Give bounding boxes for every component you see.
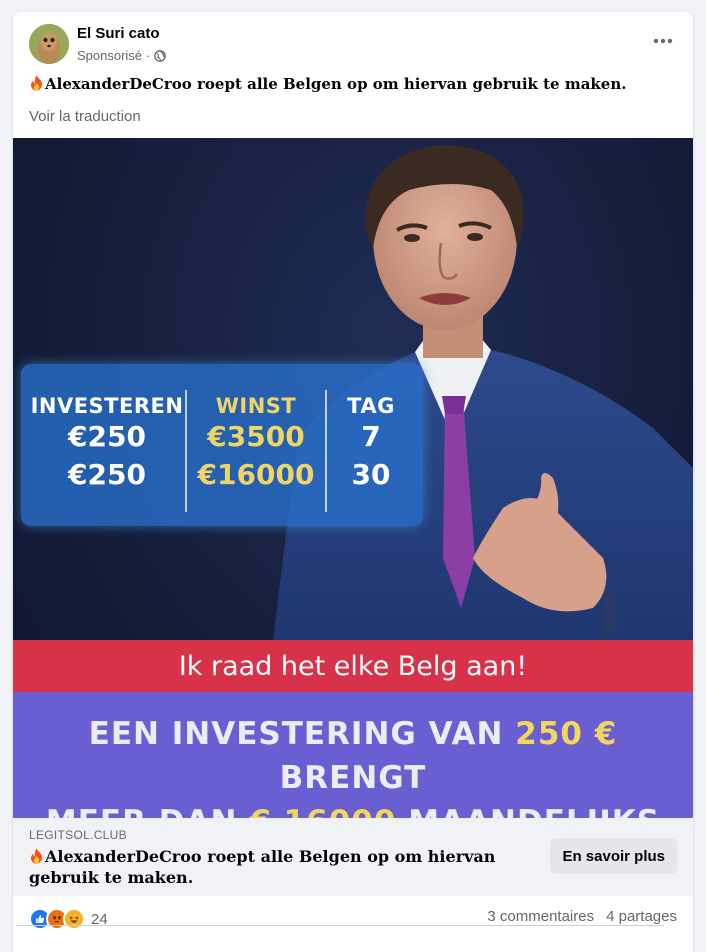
claim-line-2: MEER DAN € 16000 MAANDELIJKS bbox=[13, 800, 693, 818]
post-text-content: AlexanderDeCroo roept alle Belgen op om … bbox=[45, 75, 627, 93]
reactions-summary[interactable]: 24 bbox=[29, 908, 108, 930]
see-translation-link[interactable]: Voir la traduction bbox=[29, 108, 141, 125]
table-cell: €250 bbox=[68, 458, 146, 491]
claim-text: MAANDELIJKS bbox=[396, 804, 660, 818]
claim-text: MEER DAN bbox=[46, 804, 249, 818]
haha-icon bbox=[63, 908, 85, 930]
column-investeren: INVESTEREN €250 €250 bbox=[27, 394, 187, 494]
claim-text: BRENGT bbox=[279, 760, 427, 796]
investment-table: INVESTEREN €250 €250 WINST €3500 €16000 … bbox=[21, 364, 423, 526]
table-cell: €3500 bbox=[207, 420, 305, 453]
sponsored-post-card: El Suri cato Sponsorisé · AlexanderDeCro… bbox=[13, 12, 693, 952]
table-cell: €250 bbox=[68, 420, 146, 453]
table-cell: 30 bbox=[351, 458, 391, 491]
shares-count[interactable]: 4 partages bbox=[606, 908, 677, 925]
post-header: El Suri cato Sponsorisé · bbox=[13, 12, 693, 68]
claim-line-1: EEN INVESTERING VAN 250 € BRENGT bbox=[13, 712, 693, 800]
ad-image[interactable]: INVESTEREN €250 €250 WINST €3500 €16000 … bbox=[13, 138, 693, 818]
learn-more-button[interactable]: En savoir plus bbox=[550, 838, 677, 874]
column-header: WINST bbox=[215, 394, 297, 418]
column-header: TAG bbox=[347, 394, 395, 418]
more-options-button[interactable] bbox=[645, 26, 681, 56]
column-header: INVESTEREN bbox=[30, 394, 184, 418]
fire-icon bbox=[31, 75, 43, 91]
column-winst: WINST €3500 €16000 bbox=[191, 394, 321, 494]
author-name[interactable]: El Suri cato bbox=[77, 25, 160, 42]
post-footer: 24 3 commentaires 4 partages bbox=[13, 896, 693, 940]
investment-claim-banner: EEN INVESTERING VAN 250 € BRENGT MEER DA… bbox=[13, 692, 693, 818]
engagement-stats: 3 commentaires 4 partages bbox=[475, 908, 677, 925]
more-options-icon bbox=[653, 38, 673, 44]
globe-icon[interactable] bbox=[154, 49, 166, 62]
footer-divider bbox=[16, 925, 664, 926]
link-preview[interactable]: LEGITSOL.CLUB AlexanderDeCroo roept alle… bbox=[13, 818, 693, 896]
author-avatar[interactable] bbox=[29, 24, 69, 64]
post-text: AlexanderDeCroo roept alle Belgen op om … bbox=[29, 73, 679, 95]
claim-text: EEN INVESTERING VAN bbox=[88, 716, 516, 752]
claim-highlight: 250 € bbox=[515, 716, 618, 752]
column-tag: TAG 7 30 bbox=[331, 394, 411, 494]
post-meta: Sponsorisé · bbox=[77, 48, 166, 63]
table-divider bbox=[325, 390, 327, 512]
meerkat-avatar-icon bbox=[29, 24, 69, 64]
table-cell: €16000 bbox=[197, 458, 315, 491]
link-domain: LEGITSOL.CLUB bbox=[29, 828, 127, 842]
link-title-text: AlexanderDeCroo roept alle Belgen op om … bbox=[29, 847, 496, 887]
link-title[interactable]: AlexanderDeCroo roept alle Belgen op om … bbox=[29, 846, 519, 888]
recommendation-banner: Ik raad het elke Belg aan! bbox=[13, 640, 693, 692]
fire-icon bbox=[31, 848, 43, 864]
claim-highlight: € 16000 bbox=[249, 804, 396, 818]
table-cell: 7 bbox=[361, 420, 381, 453]
sponsored-label[interactable]: Sponsorisé · bbox=[77, 48, 150, 63]
comments-count[interactable]: 3 commentaires bbox=[487, 908, 594, 925]
